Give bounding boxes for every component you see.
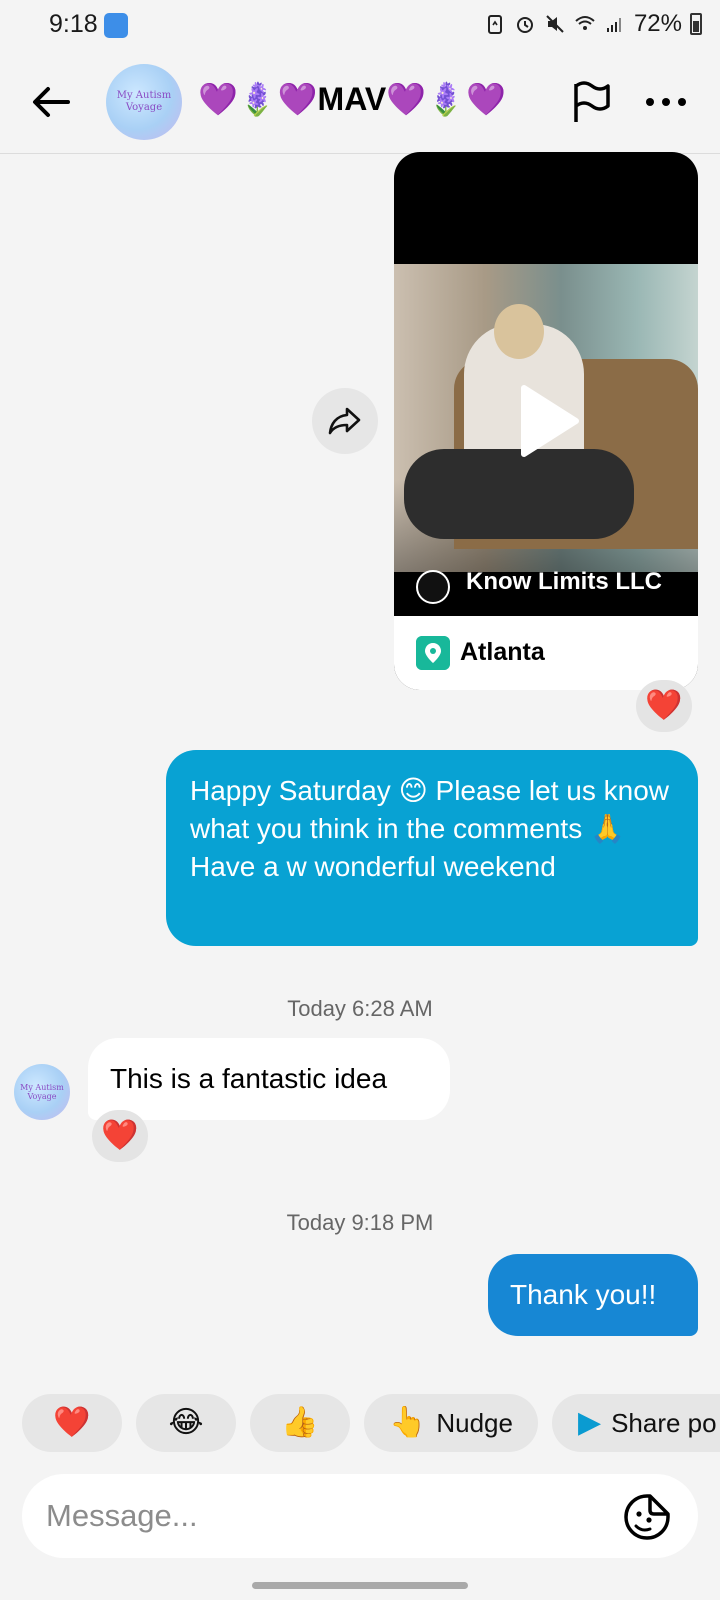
thumbs-up-emoji: 👍 [281, 1405, 319, 1440]
quick-reply-share-post[interactable]: ▶ Share po [552, 1394, 720, 1452]
video-thumbnail[interactable] [394, 264, 698, 572]
status-bar: 9:18 72% [0, 0, 720, 52]
creator-name[interactable]: Know Limits LLC [466, 568, 662, 596]
sender-avatar[interactable]: My Autism Voyage [14, 1064, 70, 1120]
status-icons: 72% [484, 10, 702, 38]
shared-video-card[interactable]: Know Limits LLC Atlanta [394, 152, 698, 690]
signal-icon [606, 18, 621, 32]
quick-reply-laugh[interactable]: 😂 [136, 1394, 236, 1452]
edit-app-icon [104, 13, 128, 38]
message-bubble-incoming[interactable]: This is a fantastic idea [88, 1038, 450, 1120]
pointing-hand-emoji: 👆 [389, 1405, 427, 1440]
reaction-badge[interactable]: ❤️ [636, 680, 692, 732]
mute-icon [546, 15, 564, 33]
message-timestamp: Today 9:18 PM [286, 1210, 434, 1235]
chat-header: My Autism Voyage 💜🪻💜MAV💜🪻💜 [0, 52, 720, 154]
avatar-text: My Autism Voyage [116, 90, 172, 113]
chat-title[interactable]: 💜🪻💜MAV💜🪻💜 [198, 80, 506, 118]
quick-reply-thumbs-up[interactable]: 👍 [250, 1394, 350, 1452]
more-horizontal-icon[interactable] [642, 82, 690, 122]
sticker-icon[interactable] [622, 1492, 672, 1542]
chip-label: Share po [611, 1407, 717, 1438]
message-text: Happy Saturday 😊 Please let us know what… [190, 775, 669, 882]
battery-icon [690, 13, 702, 35]
reaction-badge[interactable]: ❤️ [92, 1110, 148, 1162]
share-forward-icon [328, 407, 361, 435]
heart-reaction: ❤️ [101, 1118, 139, 1153]
status-time: 9:18 [49, 10, 98, 38]
play-square-icon: ▶ [578, 1405, 602, 1440]
message-text: This is a fantastic idea [110, 1063, 388, 1094]
message-text: Thank you!! [510, 1279, 657, 1310]
share-forward-button[interactable] [312, 388, 378, 454]
laughing-emoji: 😂 [168, 1405, 204, 1440]
avatar[interactable]: My Autism Voyage [106, 64, 182, 140]
map-pin-icon [416, 636, 450, 670]
message-composer [22, 1474, 698, 1558]
video-thumbnail-head [494, 304, 544, 359]
play-icon[interactable] [518, 384, 580, 458]
wifi-icon [575, 16, 595, 30]
arrow-left-icon[interactable] [28, 78, 76, 126]
message-bubble-outgoing[interactable]: Happy Saturday 😊 Please let us know what… [166, 750, 698, 946]
creator-logo-icon [416, 570, 450, 604]
heart-reaction: ❤️ [645, 688, 683, 723]
heart-emoji: ❤️ [53, 1405, 91, 1440]
quick-reply-row: ❤️ 😂 👍 👆 Nudge ▶ Share po [22, 1394, 720, 1452]
message-bubble-outgoing[interactable]: Thank you!! [488, 1254, 698, 1336]
message-timestamp: Today 6:28 AM [287, 996, 433, 1021]
video-thumbnail-lying-person [404, 449, 634, 539]
alarm-icon [516, 17, 533, 33]
location-label: Atlanta [460, 638, 545, 666]
quick-reply-nudge[interactable]: 👆 Nudge [364, 1394, 538, 1452]
quick-reply-heart[interactable]: ❤️ [22, 1394, 122, 1452]
battery-percent: 72% [633, 10, 682, 37]
chip-label: Nudge [436, 1407, 513, 1438]
message-input[interactable] [46, 1486, 606, 1546]
home-indicator[interactable] [252, 1582, 468, 1589]
avatar-text: My Autism Voyage [20, 1083, 64, 1101]
flag-icon[interactable] [570, 78, 614, 126]
location-bar[interactable]: Atlanta [394, 616, 698, 690]
battery-saver-icon [487, 15, 502, 34]
